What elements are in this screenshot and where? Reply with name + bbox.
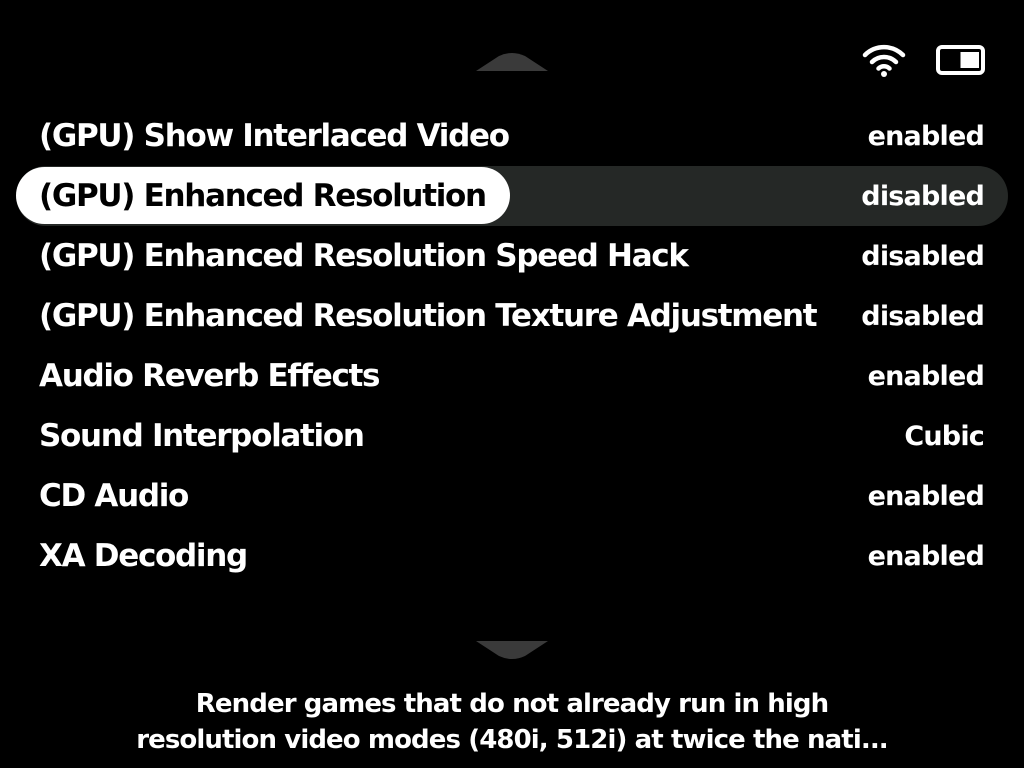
wifi-icon (862, 44, 906, 77)
description-line-1: Render games that do not already run in … (195, 689, 829, 719)
menu-item-gpu-enhanced-resolution-texture-adjustment[interactable]: (GPU) Enhanced Resolution Texture Adjust… (16, 286, 1008, 346)
menu-item-value: enabled (867, 120, 985, 152)
menu-item-audio-reverb-effects[interactable]: Audio Reverb Effects enabled (16, 346, 1008, 406)
menu-item-value: enabled (867, 360, 985, 392)
menu-item-label: Audio Reverb Effects (39, 357, 381, 394)
menu-item-label: Sound Interpolation (39, 417, 365, 454)
menu-item-gpu-enhanced-resolution[interactable]: (GPU) Enhanced Resolution disabled (16, 166, 1008, 226)
menu-item-gpu-show-interlaced-video[interactable]: (GPU) Show Interlaced Video enabled (16, 106, 1008, 166)
menu-item-gpu-enhanced-resolution-speed-hack[interactable]: (GPU) Enhanced Resolution Speed Hack dis… (16, 226, 1008, 286)
menu-item-label: (GPU) Enhanced Resolution Texture Adjust… (39, 297, 818, 334)
menu-item-label: (GPU) Show Interlaced Video (39, 117, 510, 154)
status-bar (862, 40, 988, 80)
menu-item-label: XA Decoding (39, 537, 248, 574)
description-line-2: resolution video modes (480i, 512i) at t… (136, 725, 888, 755)
menu-item-value: disabled (861, 300, 985, 332)
menu-item-value: Cubic (904, 420, 984, 452)
menu-item-cd-audio[interactable]: CD Audio enabled (16, 466, 1008, 526)
battery-icon (936, 45, 985, 75)
menu-item-label: (GPU) Enhanced Resolution (39, 177, 487, 214)
menu-item-xa-decoding[interactable]: XA Decoding enabled (16, 526, 1008, 586)
menu-item-value: disabled (861, 180, 985, 212)
option-description: Render games that do not already run in … (0, 686, 1024, 758)
menu-item-sound-interpolation[interactable]: Sound Interpolation Cubic (16, 406, 1008, 466)
menu-item-value: enabled (867, 540, 985, 572)
options-menu: (GPU) Show Interlaced Video enabled (GPU… (16, 106, 1008, 586)
scroll-down-arrow-icon[interactable] (476, 640, 548, 660)
menu-item-label: CD Audio (39, 477, 189, 514)
menu-item-label: (GPU) Enhanced Resolution Speed Hack (39, 237, 689, 274)
menu-item-value: enabled (867, 480, 985, 512)
scroll-up-arrow-icon[interactable] (476, 52, 548, 72)
menu-item-value: disabled (861, 240, 985, 272)
